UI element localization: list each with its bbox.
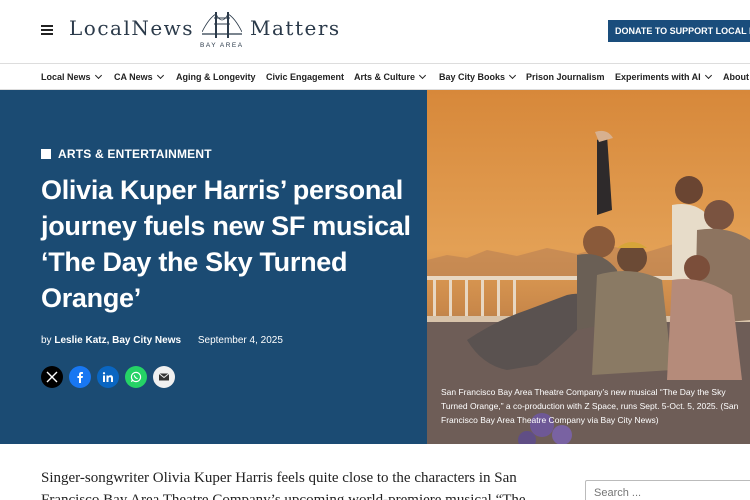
byline-prefix: by — [41, 335, 52, 346]
nav-item-bay-city-books[interactable]: Bay City Books — [439, 64, 517, 91]
photo-caption: San Francisco Bay Area Theatre Company’s… — [441, 387, 739, 425]
nav-label: Experiments with AI — [615, 72, 701, 82]
nav-item-aging-longevity[interactable]: Aging & Longevity — [176, 64, 256, 91]
chevron-down-icon — [418, 71, 427, 80]
article-headline: Olivia Kuper Harris’ personal journey fu… — [41, 175, 411, 313]
article-hero: ARTS & ENTERTAINMENT Olivia Kuper Harris… — [0, 90, 427, 444]
nav-label: About U — [723, 72, 750, 82]
site-logo[interactable]: LocalNews Matters BAY AREA — [69, 10, 344, 54]
nav-item-prison-journalism[interactable]: Prison Journalism — [526, 64, 605, 91]
nav-label: Aging & Longevity — [176, 72, 256, 82]
search-input[interactable] — [585, 480, 750, 500]
donate-button[interactable]: DONATE TO SUPPORT LOCAL NEWS! — [608, 20, 750, 42]
category-label[interactable]: ARTS & ENTERTAINMENT — [41, 147, 212, 161]
byline: by Leslie Katz, Bay City News September … — [41, 335, 283, 346]
nav-label: Civic Engagement — [266, 72, 345, 82]
publish-date: September 4, 2025 — [197, 335, 283, 346]
nav-item-local-news[interactable]: Local News — [41, 64, 102, 91]
nav-item-ca-news[interactable]: CA News — [114, 64, 164, 91]
chevron-down-icon — [508, 71, 517, 80]
linkedin-icon[interactable] — [97, 366, 119, 388]
author-link[interactable]: Leslie Katz, Bay City News — [54, 335, 181, 346]
logo-local-news: LocalNews — [69, 16, 195, 40]
article-body: Singer-songwriter Olivia Kuper Harris fe… — [41, 470, 526, 500]
chevron-down-icon — [156, 71, 164, 80]
logo-bay-area: BAY AREA — [200, 42, 244, 49]
site-header: LocalNews Matters BAY AREA DONATE TO SUP… — [0, 0, 750, 62]
menu-icon[interactable] — [41, 25, 53, 35]
golden-gate-bridge-icon — [202, 12, 242, 38]
x-icon[interactable] — [41, 366, 63, 388]
main-nav: Local News CA News Aging & Longevity Civ… — [0, 63, 750, 90]
nav-item-civic-engagement[interactable]: Civic Engagement — [266, 64, 344, 91]
nav-item-experiments-ai[interactable]: Experiments with AI — [615, 64, 712, 91]
whatsapp-icon[interactable] — [125, 366, 147, 388]
category-text: ARTS & ENTERTAINMENT — [58, 147, 212, 161]
category-square-icon — [41, 149, 51, 159]
nav-item-arts-culture[interactable]: Arts & Culture — [354, 64, 427, 91]
nav-label: Bay City Books — [439, 72, 506, 82]
nav-item-about[interactable]: About U — [723, 64, 750, 91]
nav-label: Local News — [41, 72, 91, 82]
chevron-down-icon — [94, 71, 102, 80]
logo-matters: Matters — [250, 16, 341, 40]
nav-label: CA News — [114, 72, 153, 82]
email-icon[interactable] — [153, 366, 175, 388]
nav-label: Prison Journalism — [526, 72, 605, 82]
facebook-icon[interactable] — [69, 366, 91, 388]
nav-label: Arts & Culture — [354, 72, 416, 82]
chevron-down-icon — [704, 71, 712, 80]
